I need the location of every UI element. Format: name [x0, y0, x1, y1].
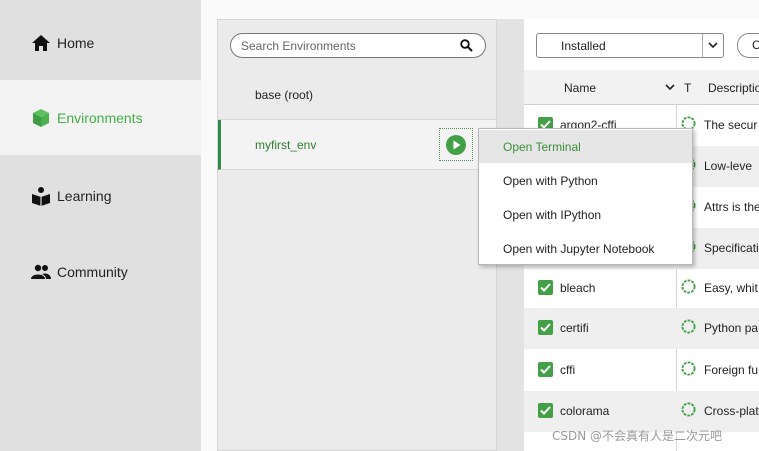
open-with-context-menu: Open Terminal Open with Python Open with… [478, 128, 693, 265]
package-name: certifi [560, 321, 589, 335]
checkbox-checked[interactable] [538, 280, 553, 295]
nav-label-community: Community [57, 263, 128, 280]
menu-item-open-with-ipython[interactable]: Open with IPython [479, 198, 692, 231]
cube-icon [33, 108, 49, 127]
package-description: Attrs is the [704, 200, 759, 214]
search-input[interactable] [239, 38, 453, 54]
package-name: colorama [560, 404, 610, 418]
menu-item-open-terminal[interactable]: Open Terminal [479, 130, 692, 163]
filter-value: Installed [561, 39, 606, 53]
package-row[interactable]: bleach Easy, whit [524, 268, 759, 309]
status-ring-icon [681, 402, 696, 417]
nav-item-community[interactable]: Community [0, 234, 201, 309]
update-index-button[interactable]: C [737, 33, 759, 58]
nav-label-environments: Environments [57, 109, 143, 126]
status-ring-icon [681, 319, 696, 334]
chevron-down-icon[interactable] [702, 34, 723, 57]
learning-icon [32, 186, 50, 206]
status-ring-icon [681, 279, 696, 294]
run-env-button[interactable] [439, 128, 473, 161]
package-description: The secur [704, 118, 758, 132]
package-description: Cross-plat [704, 404, 759, 418]
checkbox-checked[interactable] [538, 320, 553, 335]
package-description: Python pa [704, 321, 759, 335]
env-row-myfirst-env[interactable]: myfirst_env [218, 120, 496, 170]
package-name: cffi [560, 363, 576, 377]
package-row[interactable]: colorama Cross-plat [524, 391, 759, 432]
nav-item-learning[interactable]: Learning [0, 158, 201, 233]
menu-item-open-with-jupyter[interactable]: Open with Jupyter Notebook [479, 232, 692, 265]
column-header-name[interactable]: Name [564, 81, 596, 95]
package-filter-select[interactable]: Installed [536, 33, 724, 58]
package-row[interactable]: cffi Foreign fu [524, 350, 759, 391]
sort-chevron-icon[interactable] [665, 84, 675, 91]
status-ring-icon [681, 361, 696, 376]
nav-label-learning: Learning [57, 187, 112, 204]
search-environments[interactable] [230, 33, 486, 58]
packages-table-header: Name T Descriptio [524, 70, 759, 105]
package-name: bleach [560, 281, 596, 295]
nav-item-home[interactable]: Home [0, 5, 201, 80]
package-description: Foreign fu [704, 363, 759, 377]
watermark: CSDN @不会真有人是二次元吧 [552, 429, 723, 443]
env-row-base[interactable]: base (root) [218, 70, 496, 120]
checkbox-checked[interactable] [538, 362, 553, 377]
sidebar: Home Environments Learning Community [0, 0, 201, 451]
package-description: Easy, whit [704, 281, 758, 295]
column-header-description[interactable]: Descriptio [708, 81, 759, 95]
env-name: myfirst_env [255, 137, 317, 152]
play-icon [446, 134, 466, 155]
package-description: Low-leve [704, 159, 753, 173]
checkbox-checked[interactable] [538, 403, 553, 418]
package-description: Specificatio [704, 241, 759, 255]
nav-item-environments[interactable]: Environments [0, 80, 201, 155]
menu-item-open-with-python[interactable]: Open with Python [479, 164, 692, 197]
column-header-type[interactable]: T [684, 81, 691, 95]
nav-label-home: Home [57, 34, 95, 51]
search-icon[interactable] [460, 39, 473, 52]
package-row[interactable]: certifi Python pa [524, 308, 759, 349]
env-name: base (root) [255, 87, 314, 102]
home-icon [32, 34, 50, 51]
environments-panel: base (root) myfirst_env [217, 19, 497, 451]
people-icon [31, 264, 51, 279]
